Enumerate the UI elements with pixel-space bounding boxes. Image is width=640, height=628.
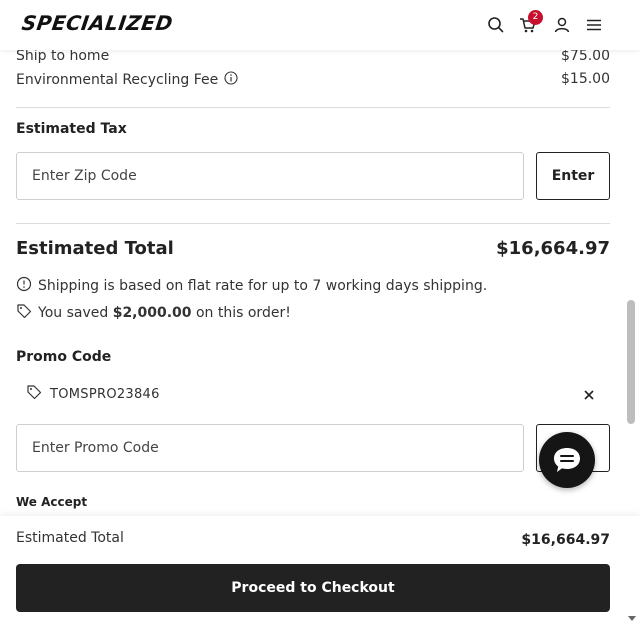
- divider: [16, 223, 610, 224]
- recycling-fee-row: Environmental Recycling Fee $15.00: [16, 71, 610, 89]
- scrollbar-thumb[interactable]: [627, 300, 635, 424]
- search-icon[interactable]: [486, 15, 506, 35]
- we-accept-label: We Accept: [16, 495, 88, 509]
- account-icon[interactable]: [552, 15, 572, 35]
- saved-prefix: You saved: [38, 305, 113, 321]
- info-icon[interactable]: [224, 71, 238, 89]
- clock-icon: [16, 276, 38, 296]
- chat-icon: [552, 446, 582, 478]
- cart-count-badge: 2: [528, 10, 543, 25]
- menu-icon[interactable]: [584, 15, 604, 35]
- promo-code-input[interactable]: [16, 424, 524, 472]
- proceed-to-checkout-button[interactable]: Proceed to Checkout: [16, 564, 610, 612]
- savings-note: You saved $2,000.00 on this order!: [16, 303, 291, 323]
- scroll-down-arrow-icon[interactable]: [628, 616, 636, 621]
- site-header: SPECIALIZED 2: [0, 0, 640, 50]
- checkout-footer: Estimated Total $16,664.97 Proceed to Ch…: [0, 516, 640, 628]
- ship-to-home-value: $75.00: [561, 48, 610, 64]
- shipping-note-text: Shipping is based on flat rate for up to…: [38, 278, 488, 294]
- saved-amount: $2,000.00: [112, 305, 192, 321]
- specialized-logo[interactable]: SPECIALIZED: [20, 11, 174, 35]
- remove-promo-icon[interactable]: [580, 386, 598, 404]
- tag-icon: [26, 384, 50, 404]
- estimated-total-label: Estimated Total: [16, 238, 174, 259]
- estimated-tax-label: Estimated Tax: [16, 121, 127, 137]
- ship-to-home-row: Ship to home $75.00: [16, 48, 610, 64]
- ship-to-home-label: Ship to home: [16, 48, 110, 64]
- recycling-fee-value: $15.00: [561, 71, 610, 87]
- enter-zip-button[interactable]: Enter: [536, 152, 610, 200]
- footer-total-value: $16,664.97: [521, 532, 610, 548]
- tag-icon: [16, 303, 38, 323]
- recycling-fee-label: Environmental Recycling Fee: [16, 72, 219, 88]
- applied-promo-code-text: TOMSPRO23846: [50, 386, 160, 402]
- zip-code-input[interactable]: [16, 152, 524, 200]
- shipping-note: Shipping is based on flat rate for up to…: [16, 276, 487, 296]
- saved-suffix: on this order!: [191, 305, 291, 321]
- footer-total-label: Estimated Total: [16, 530, 124, 546]
- promo-code-label: Promo Code: [16, 349, 112, 365]
- divider: [16, 107, 610, 108]
- applied-promo-code: TOMSPRO23846: [26, 384, 160, 404]
- estimated-total-value: $16,664.97: [496, 238, 610, 259]
- chat-button[interactable]: [539, 432, 595, 488]
